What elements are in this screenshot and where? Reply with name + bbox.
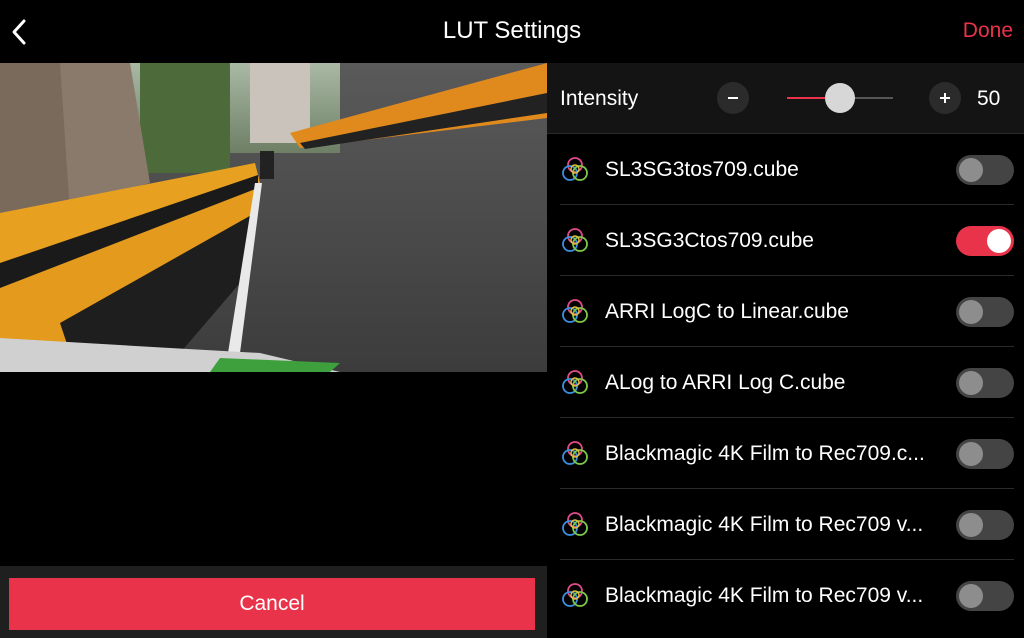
lut-name: Blackmagic 4K Film to Rec709.c... xyxy=(605,442,925,465)
top-bar: LUT Settings Done xyxy=(0,0,1024,63)
cancel-bar: Cancel xyxy=(0,566,547,638)
color-circles-icon xyxy=(562,441,588,465)
lut-name: SL3SG3tos709.cube xyxy=(605,158,799,181)
toggle-knob xyxy=(959,158,983,182)
lut-name: Blackmagic 4K Film to Rec709 v... xyxy=(605,513,924,536)
lut-list-item[interactable]: SL3SG3tos709.cube xyxy=(560,134,1014,205)
lut-name: ALog to ARRI Log C.cube xyxy=(605,371,846,394)
intensity-slider[interactable] xyxy=(787,83,893,113)
toggle-knob xyxy=(987,229,1011,253)
color-circles-icon xyxy=(562,370,588,394)
toggle-knob xyxy=(959,300,983,324)
toggle-knob xyxy=(959,442,983,466)
lut-list-item[interactable]: Blackmagic 4K Film to Rec709 v... xyxy=(560,560,1014,631)
lut-list-item[interactable]: Blackmagic 4K Film to Rec709.c... xyxy=(560,418,1014,489)
toggle-knob xyxy=(959,513,983,537)
lut-list-item[interactable]: Blackmagic 4K Film to Rec709 v... xyxy=(560,489,1014,560)
increase-intensity-button[interactable] xyxy=(929,82,961,114)
lut-name: SL3SG3Ctos709.cube xyxy=(605,229,814,252)
intensity-value: 50 xyxy=(977,87,1001,110)
lut-list-item[interactable]: ARRI LogC to Linear.cube xyxy=(560,276,1014,347)
color-circles-icon xyxy=(562,583,588,607)
lut-toggle[interactable] xyxy=(956,297,1014,327)
color-circles-icon xyxy=(562,228,588,252)
lut-list: SL3SG3tos709.cube SL3SG3Ctos709.cube ARR… xyxy=(560,134,1014,631)
video-preview xyxy=(0,63,547,372)
lut-toggle[interactable] xyxy=(956,155,1014,185)
lut-panel: Intensity 50 SL3SG3tos709.cube SL3SG3Cto… xyxy=(547,63,1024,638)
lut-list-item[interactable]: SL3SG3Ctos709.cube xyxy=(560,205,1014,276)
minus-icon xyxy=(728,97,738,99)
video-preview-image xyxy=(0,63,547,372)
lut-toggle[interactable] xyxy=(956,368,1014,398)
color-circles-icon xyxy=(562,512,588,536)
slider-handle[interactable] xyxy=(825,83,855,113)
page-title: LUT Settings xyxy=(442,17,582,44)
lut-name: ARRI LogC to Linear.cube xyxy=(605,300,849,323)
intensity-row: Intensity 50 xyxy=(547,63,1024,134)
lut-toggle[interactable] xyxy=(956,581,1014,611)
lut-toggle[interactable] xyxy=(956,226,1014,256)
cancel-button[interactable]: Cancel xyxy=(9,578,535,630)
intensity-label: Intensity xyxy=(560,87,639,110)
lut-toggle[interactable] xyxy=(956,510,1014,540)
decrease-intensity-button[interactable] xyxy=(717,82,749,114)
lut-name: Blackmagic 4K Film to Rec709 v... xyxy=(605,584,924,607)
lut-list-item[interactable]: ALog to ARRI Log C.cube xyxy=(560,347,1014,418)
toggle-knob xyxy=(959,371,983,395)
toggle-knob xyxy=(959,584,983,608)
done-button[interactable]: Done xyxy=(963,19,1013,43)
color-circles-icon xyxy=(562,299,588,323)
color-circles-icon xyxy=(562,157,588,181)
plus-icon xyxy=(940,93,950,103)
lut-toggle[interactable] xyxy=(956,439,1014,469)
